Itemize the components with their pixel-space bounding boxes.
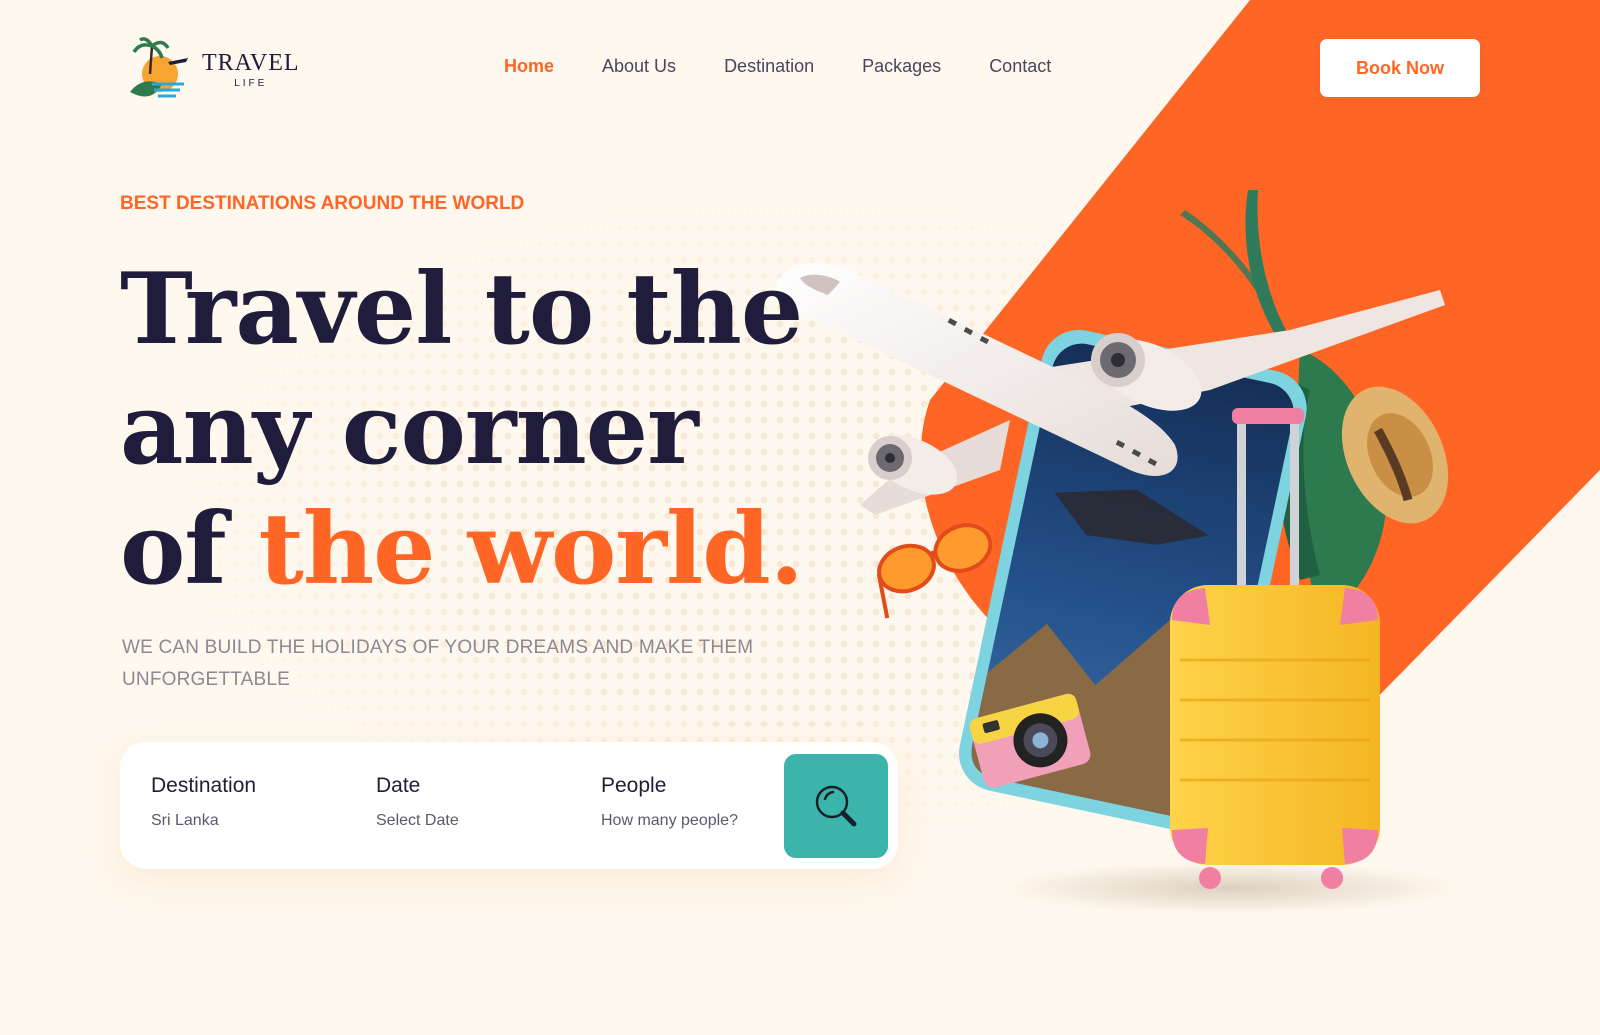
people-field[interactable]: People How many people? — [601, 774, 738, 830]
headline-line-3: of the world. — [120, 490, 804, 610]
search-bar: Destination Sri Lanka Date Select Date P… — [120, 742, 898, 869]
ground-shadow — [1000, 862, 1460, 914]
palm-island-logo-icon — [130, 37, 188, 98]
headline-line-1: Travel to the — [120, 252, 803, 367]
main-nav: Home About Us Destination Packages Conta… — [504, 56, 1051, 77]
people-value[interactable]: How many people? — [601, 812, 738, 830]
nav-home[interactable]: Home — [504, 56, 554, 77]
nav-about-us[interactable]: About Us — [602, 56, 676, 77]
nav-packages[interactable]: Packages — [862, 56, 941, 77]
search-icon — [815, 785, 857, 827]
headline-line-3-prefix: of — [120, 492, 259, 607]
brand-tagline: LIFE — [234, 77, 268, 89]
book-now-button[interactable]: Book Now — [1320, 39, 1480, 97]
hero-headline: Travel to the any corner of the world. — [120, 250, 804, 610]
search-button[interactable] — [784, 754, 888, 858]
nav-contact[interactable]: Contact — [989, 56, 1051, 77]
logo[interactable]: TRAVEL LIFE — [122, 34, 300, 104]
people-label: People — [601, 774, 667, 797]
nav-destination[interactable]: Destination — [724, 56, 814, 77]
date-field[interactable]: Date Select Date — [376, 774, 459, 830]
destination-label: Destination — [151, 774, 257, 797]
date-value[interactable]: Select Date — [376, 812, 459, 830]
destination-value[interactable]: Sri Lanka — [151, 812, 256, 830]
brand-name: TRAVEL — [202, 49, 300, 76]
hero-eyebrow: BEST DESTINATIONS AROUND THE WORLD — [120, 193, 525, 214]
site-header: TRAVEL LIFE Home About Us Destination Pa… — [0, 0, 1600, 140]
destination-field[interactable]: Destination Sri Lanka — [151, 774, 256, 830]
hero-subtext: WE CAN BUILD THE HOLIDAYS OF YOUR DREAMS… — [122, 637, 754, 690]
headline-accent: the world. — [258, 492, 804, 607]
date-label: Date — [376, 774, 421, 797]
headline-line-2: any corner — [120, 372, 699, 487]
